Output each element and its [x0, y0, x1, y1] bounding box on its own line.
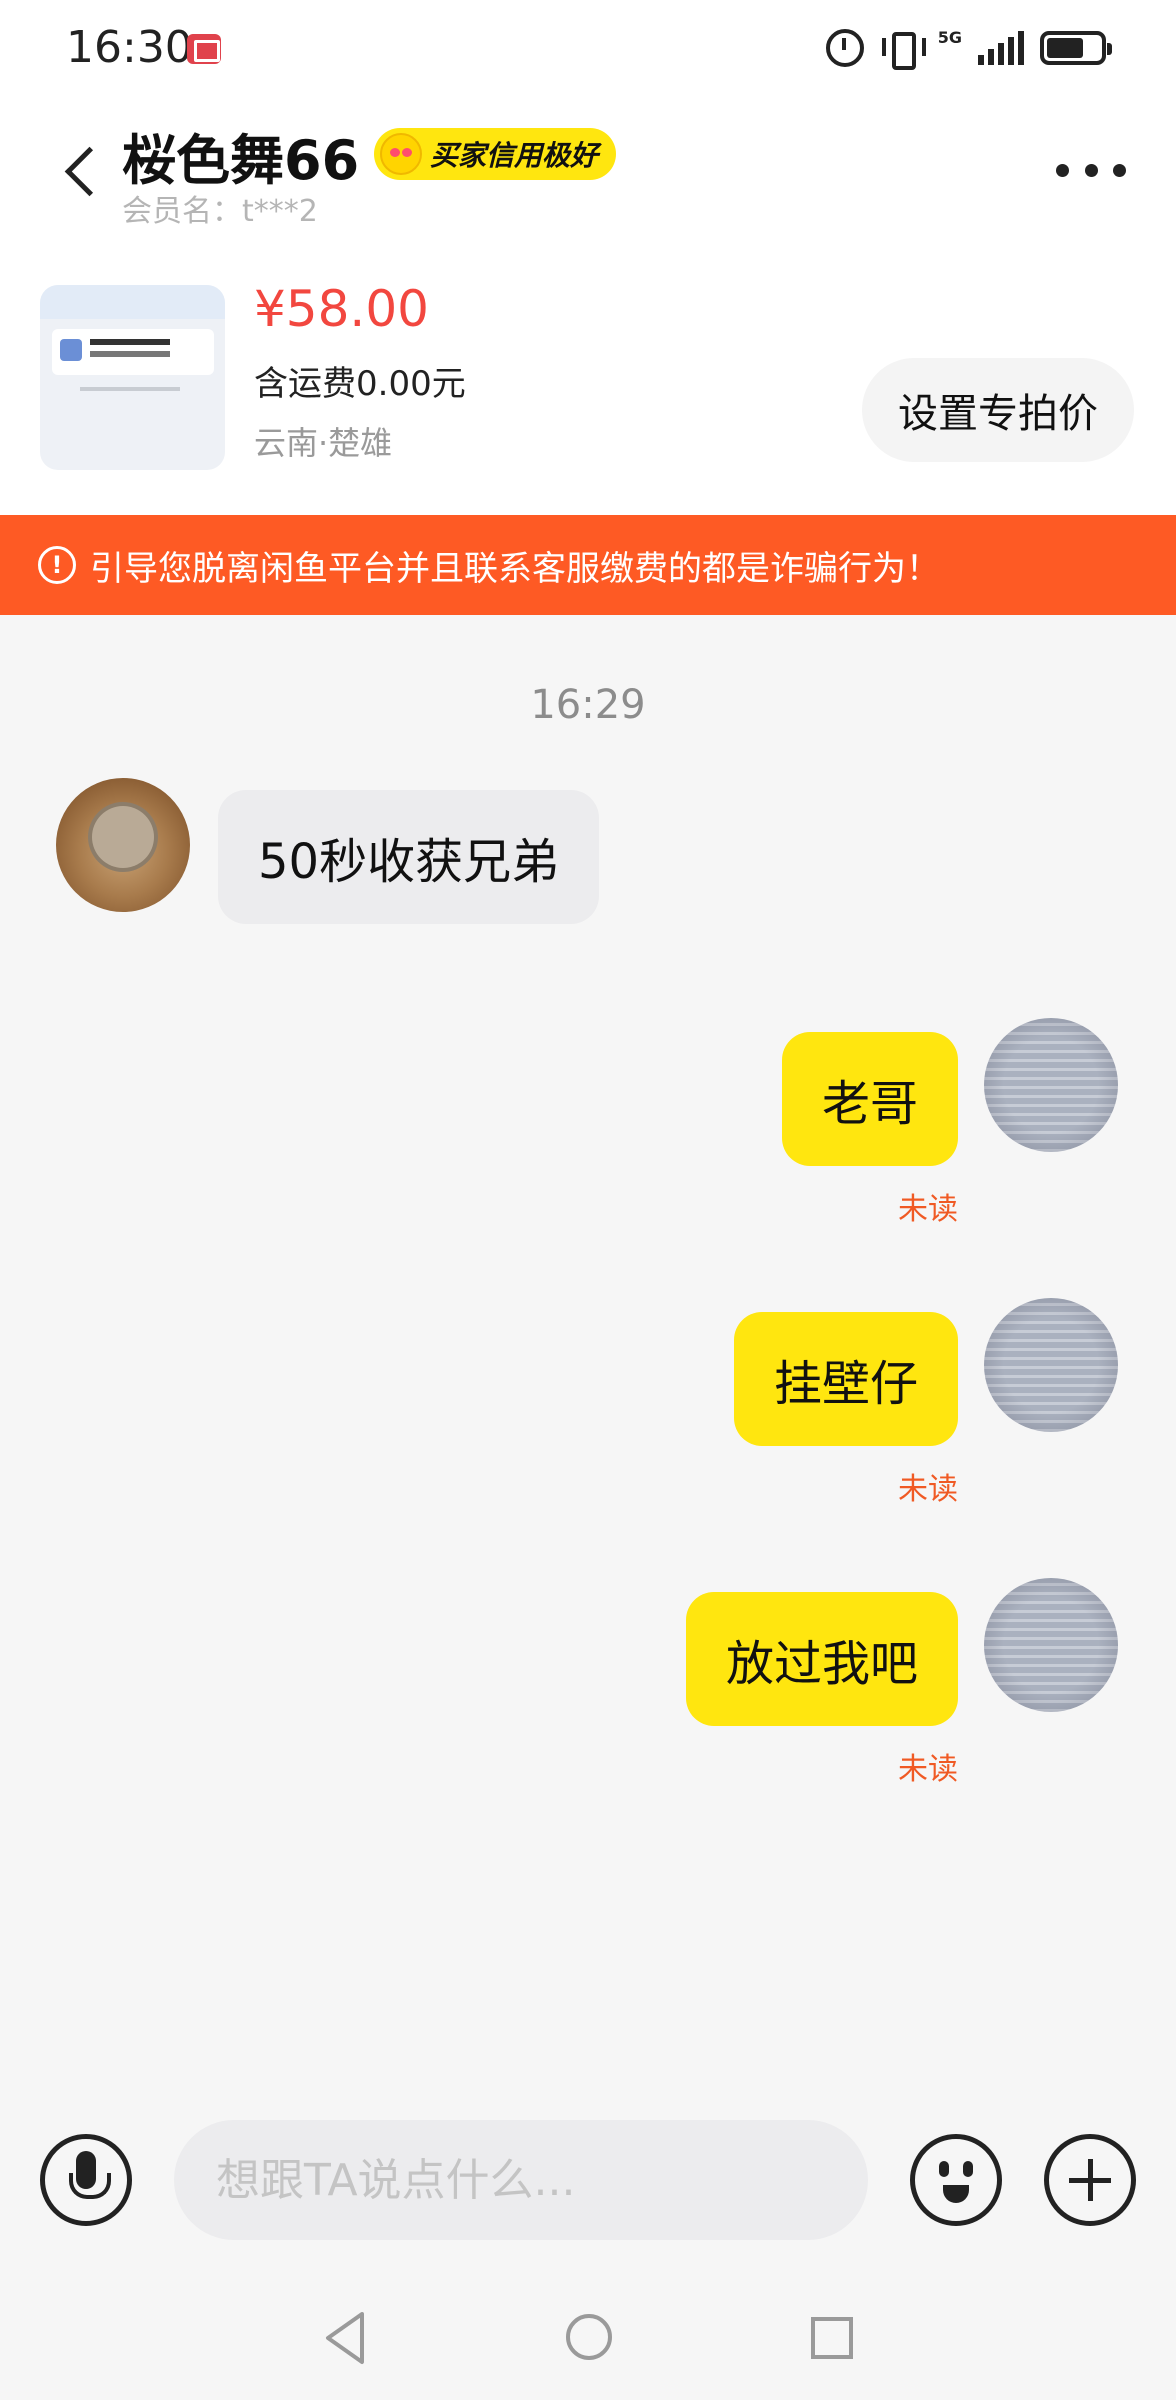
message-bubble-outgoing[interactable]: 老哥 [781, 1032, 958, 1166]
message-bubble-incoming[interactable]: 50秒收获兄弟 [218, 790, 600, 924]
system-navigation-bar [0, 2280, 1176, 2400]
thumbnail-header [40, 285, 225, 319]
my-avatar[interactable] [984, 1018, 1118, 1152]
back-button[interactable] [56, 136, 106, 206]
thumbnail-line [80, 387, 180, 391]
status-time: 16:30 [66, 22, 193, 73]
nav-home-button[interactable] [564, 2312, 614, 2362]
more-actions-button[interactable] [1044, 2134, 1136, 2226]
message-bubble-outgoing[interactable]: 挂壁仔 [733, 1312, 958, 1446]
credit-badge[interactable]: 买家信用极好 [374, 128, 617, 180]
battery-icon [1040, 31, 1112, 65]
member-name-label: 会员名：t***2 [122, 194, 318, 229]
product-thumbnail[interactable] [40, 285, 225, 470]
warning-icon: ! [38, 546, 76, 584]
alarm-icon [825, 29, 864, 67]
unread-status: 未读 [898, 1472, 958, 1507]
my-avatar[interactable] [984, 1578, 1118, 1712]
vibrate-icon [880, 30, 926, 70]
status-bar: 16:30 5G [0, 0, 1176, 100]
contact-avatar[interactable] [56, 778, 190, 912]
nav-home-icon [566, 2314, 612, 2360]
chat-timestamp: 16:29 [530, 682, 646, 728]
nav-recent-button[interactable] [810, 2316, 854, 2360]
product-card[interactable]: ¥58.00 含运费0.00元 云南·楚雄 设置专拍价 [0, 240, 1176, 515]
product-location: 云南·楚雄 [254, 424, 393, 462]
product-price: ¥58.00 [254, 280, 429, 338]
chat-header: 桜色舞66 买家信用极好 会员名：t***2 [0, 100, 1176, 240]
more-dot-icon [1056, 163, 1069, 177]
credit-badge-label: 买家信用极好 [430, 139, 599, 172]
signal-icon [978, 31, 1024, 65]
fraud-warning-banner: ! 引导您脱离闲鱼平台并且联系客服缴费的都是诈骗行为！ [0, 515, 1176, 615]
message-bubble-outgoing[interactable]: 放过我吧 [685, 1592, 958, 1726]
my-avatar[interactable] [984, 1298, 1118, 1432]
network-type-label: 5G [937, 28, 962, 47]
message-input-bar [0, 2100, 1176, 2260]
set-special-price-button[interactable]: 设置专拍价 [862, 358, 1134, 462]
nav-back-icon [326, 2312, 364, 2364]
unread-status: 未读 [898, 1192, 958, 1227]
warning-text: 引导您脱离闲鱼平台并且联系客服缴费的都是诈骗行为！ [90, 548, 940, 589]
voice-input-button[interactable] [40, 2134, 132, 2226]
contact-name: 桜色舞66 [122, 129, 360, 192]
more-dot-icon [1084, 163, 1098, 177]
thumbnail-content [52, 329, 214, 375]
emoji-button[interactable] [910, 2134, 1002, 2226]
nav-recent-icon [811, 2317, 853, 2359]
product-shipping: 含运费0.00元 [254, 364, 466, 404]
more-dot-icon [1113, 163, 1126, 177]
notification-app-icon [187, 34, 221, 64]
unread-status: 未读 [898, 1752, 958, 1787]
more-options-button[interactable] [1056, 152, 1126, 188]
status-icons: 5G [825, 26, 1112, 70]
heart-eyes-emoji-icon [380, 133, 422, 175]
message-input[interactable] [174, 2120, 868, 2240]
